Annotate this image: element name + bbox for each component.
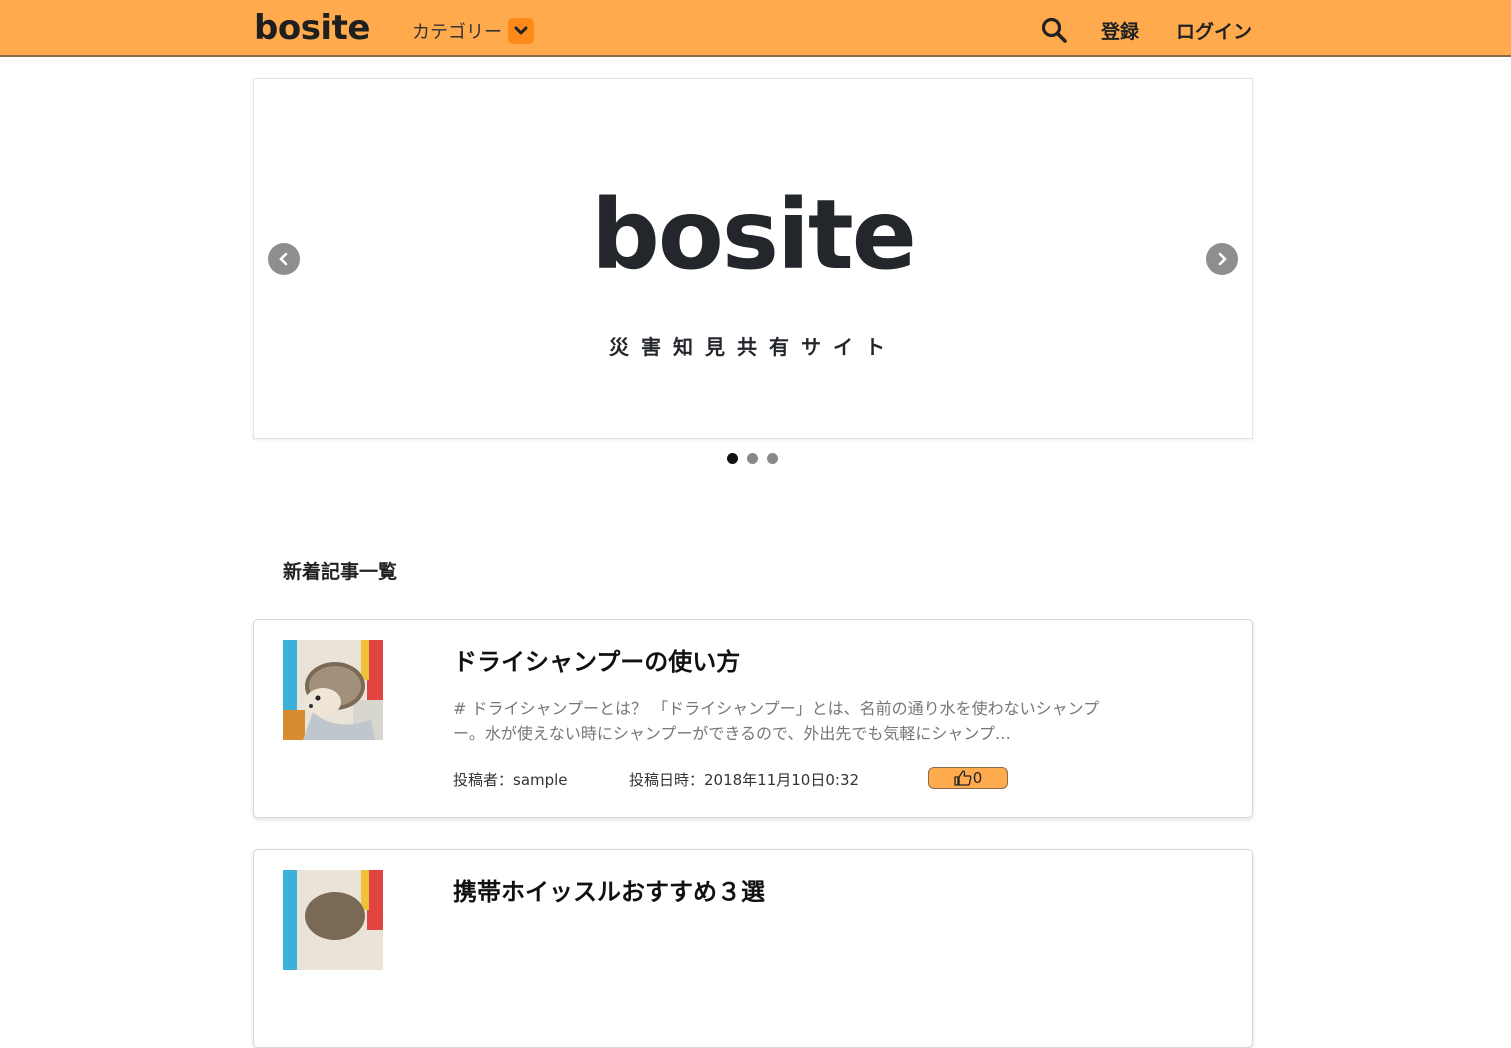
like-count: 0: [972, 769, 983, 787]
carousel-dot-1[interactable]: [727, 453, 738, 464]
carousel-indicators: [727, 453, 778, 464]
site-header: bosite カテゴリー 登録 ログイン: [0, 0, 1511, 57]
carousel-prev-button[interactable]: [268, 243, 300, 275]
article-title[interactable]: 携帯ホイッスルおすすめ３選: [453, 872, 765, 907]
article-date: 投稿日時：2018年11月10日0:32: [629, 771, 860, 789]
article-card[interactable]: ドライシャンプーの使い方 # ドライシャンプーとは？ 「ドライシャンプー」とは、…: [253, 619, 1253, 818]
search-icon[interactable]: [1041, 17, 1067, 43]
carousel-dot-2[interactable]: [747, 453, 758, 464]
chevron-right-icon: [1218, 252, 1227, 266]
article-author: 投稿者：sample: [453, 771, 568, 789]
hero-carousel: bosite 災害知見共有サイト: [253, 78, 1253, 439]
carousel-dot-3[interactable]: [767, 453, 778, 464]
article-thumbnail: [283, 640, 383, 740]
category-label: カテゴリー: [412, 22, 502, 43]
article-card[interactable]: 携帯ホイッスルおすすめ３選: [253, 849, 1253, 1048]
chevron-down-icon: [508, 18, 534, 44]
register-link[interactable]: 登録: [1101, 17, 1139, 44]
section-title: 新着記事一覧: [283, 561, 398, 583]
category-dropdown[interactable]: カテゴリー: [412, 18, 534, 44]
site-logo[interactable]: bosite: [254, 6, 370, 50]
article-title[interactable]: ドライシャンプーの使い方: [453, 642, 740, 677]
thumbs-up-icon: [954, 770, 972, 786]
carousel-next-button[interactable]: [1206, 243, 1238, 275]
article-excerpt: # ドライシャンプーとは？ 「ドライシャンプー」とは、名前の通り水を使わないシャ…: [453, 699, 1100, 743]
like-button[interactable]: 0: [928, 767, 1008, 789]
login-link[interactable]: ログイン: [1176, 17, 1252, 44]
article-thumbnail: [283, 870, 383, 970]
hero-tagline: 災害知見共有サイト: [609, 335, 897, 359]
chevron-left-icon: [279, 252, 288, 266]
hero-logo: bosite: [591, 179, 917, 291]
